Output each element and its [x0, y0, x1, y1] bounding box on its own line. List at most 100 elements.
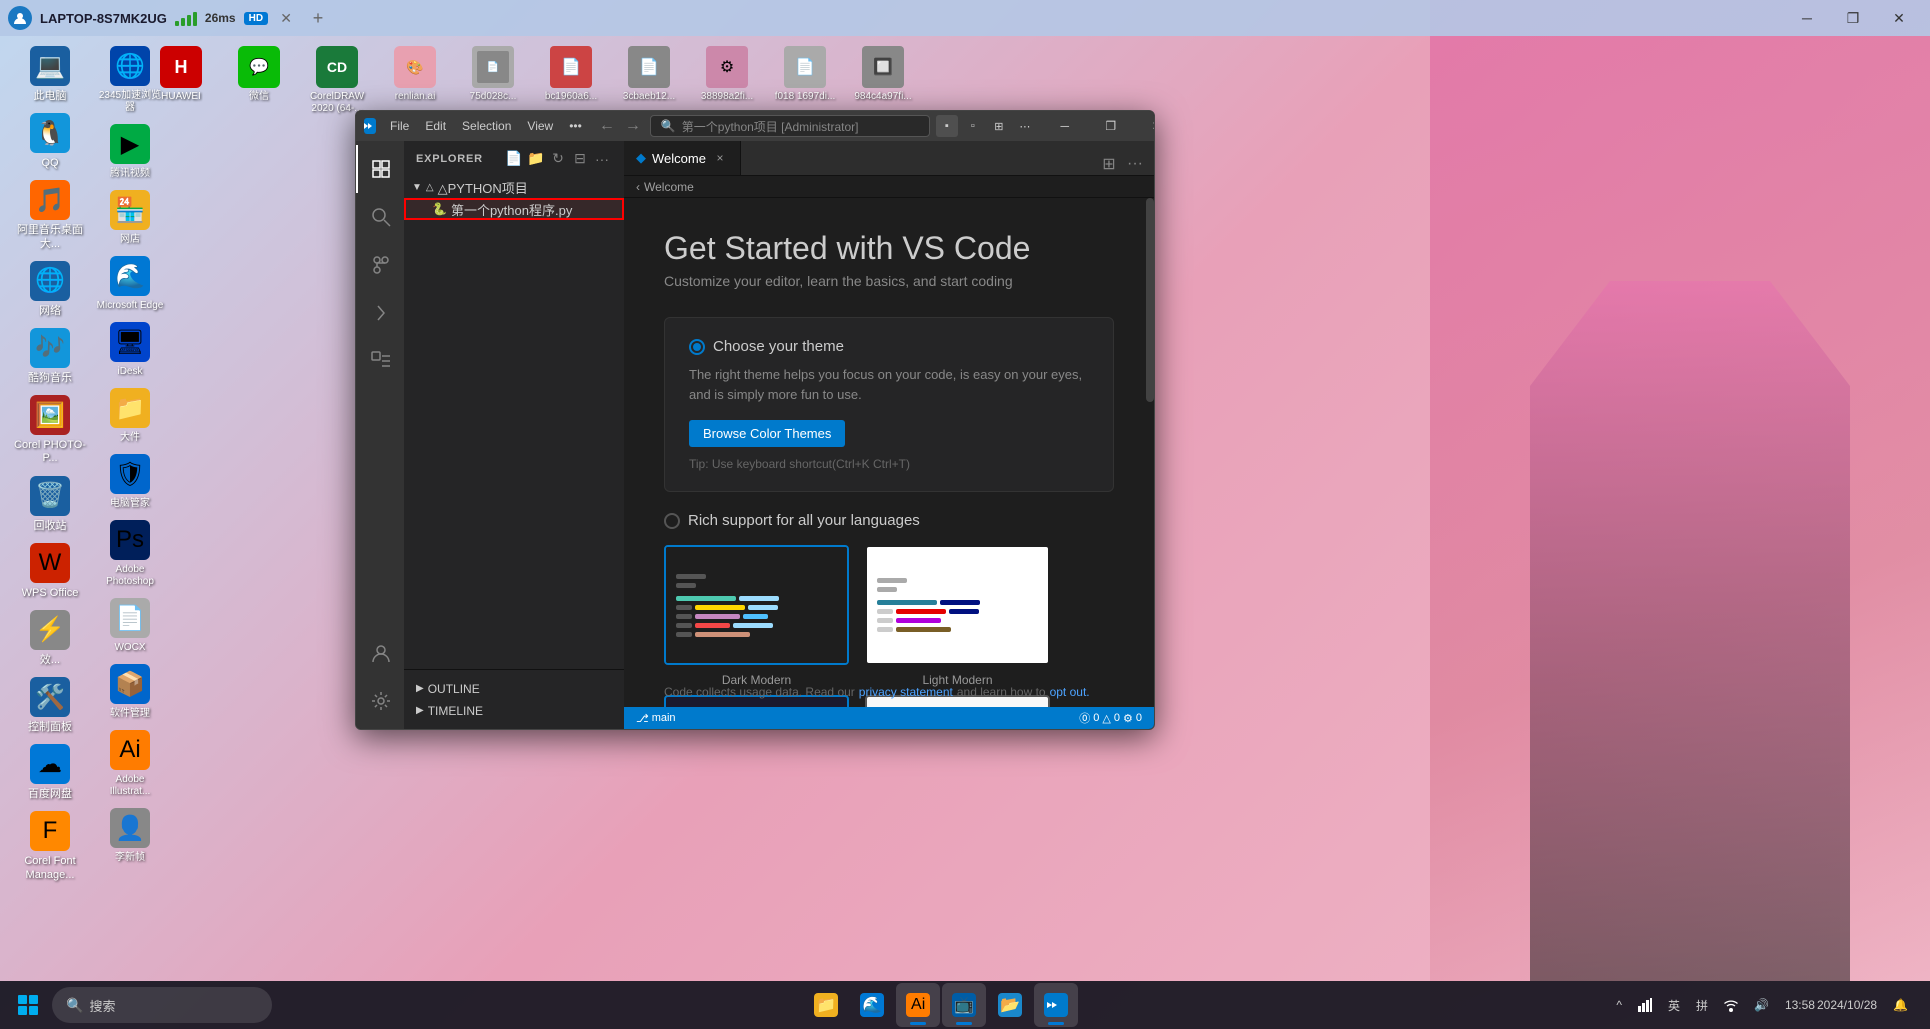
restore-btn[interactable]: ❐: [1830, 0, 1876, 36]
layout-btn-4[interactable]: ⋯: [1014, 115, 1036, 137]
activity-settings[interactable]: [356, 677, 404, 725]
desktop-icon-coreldraw[interactable]: CD CorelDRAW 2020 (64-...: [301, 42, 373, 119]
desktop-icon-baidudisk[interactable]: ☁ 百度网盘: [10, 740, 90, 805]
desktop-icon-corelphoto[interactable]: 🖼️ Corel PHOTO-P...: [10, 391, 90, 469]
vscode-restore[interactable]: ❐: [1088, 111, 1134, 141]
privacy-link[interactable]: privacy statement: [859, 685, 953, 699]
desktop-icon-controlpanel[interactable]: 🛠️ 控制面板: [10, 673, 90, 738]
iqiyi-label: 腾讯视频: [110, 168, 150, 180]
status-git[interactable]: ⎇ main: [632, 712, 680, 725]
refresh-btn[interactable]: ↻: [548, 149, 568, 169]
desktop-icon-iqiyi[interactable]: ▶ 腾讯视频: [90, 120, 170, 184]
desktop-icon-wps[interactable]: W WPS Office: [10, 539, 90, 604]
new-tab-btn[interactable]: +: [308, 8, 328, 28]
desktop-icon-file5[interactable]: 📄 f018 1697di...: [769, 42, 841, 119]
start-button[interactable]: [8, 985, 48, 1025]
tab-close-btn[interactable]: ✕: [276, 8, 296, 28]
menu-view[interactable]: View: [519, 116, 561, 136]
desktop-icon-kugou[interactable]: 🎶 酷狗音乐: [10, 324, 90, 389]
split-editor-btn[interactable]: ⊞: [1098, 153, 1120, 175]
nav-back-btn[interactable]: ←: [596, 115, 618, 137]
desktop-icon-file2[interactable]: 📄 bc1960a6...: [535, 42, 607, 119]
folder-python[interactable]: ▼ △ △PYTHON项目: [404, 176, 624, 198]
desktop-icon-store[interactable]: 🏪 网店: [90, 186, 170, 250]
desktop-icon-photoshop[interactable]: Ps Adobe Photoshop: [90, 516, 170, 592]
timeline-panel[interactable]: ▶ TIMELINE: [412, 700, 616, 722]
menu-file[interactable]: File: [382, 116, 417, 136]
desktop-icon-softmgr[interactable]: 📦 软件管理: [90, 660, 170, 724]
search-placeholder: 搜索: [89, 996, 115, 1015]
menu-edit[interactable]: Edit: [417, 116, 454, 136]
dark-preview-content: [666, 547, 847, 663]
desktop-icon-file6[interactable]: 🔲 984c4a97fi...: [847, 42, 919, 119]
tray-wifi[interactable]: [1718, 994, 1744, 1016]
tab-close-welcome[interactable]: ×: [712, 150, 728, 166]
desktop-icon-person[interactable]: 👤 李新帧: [90, 804, 170, 868]
layout-btn-3[interactable]: ⊞: [988, 115, 1010, 137]
outline-panel[interactable]: ▶ OUTLINE: [412, 678, 616, 700]
new-folder-btn[interactable]: 📁: [526, 149, 546, 169]
menu-more[interactable]: •••: [561, 116, 590, 136]
nav-fwd-btn[interactable]: →: [622, 115, 644, 137]
activity-account[interactable]: [356, 629, 404, 677]
activity-debug[interactable]: [356, 289, 404, 337]
status-errors[interactable]: ⓪ 0 △ 0 ⚙ 0: [1075, 710, 1146, 726]
minimize-btn[interactable]: ─: [1784, 0, 1830, 36]
desktop-icon-pchousekeeper[interactable]: 🛡 电脑管家: [90, 450, 170, 514]
desktop-icon-alimusic[interactable]: 🎵 阿里音乐桌面 大...: [10, 176, 90, 254]
taskbar-search[interactable]: 🔍 搜索: [52, 987, 272, 1023]
collapse-btn[interactable]: ⊟: [570, 149, 590, 169]
desktop-icon-effect[interactable]: ⚡ 效...: [10, 606, 90, 671]
tray-signal[interactable]: [1632, 994, 1658, 1016]
desktop-icon-2345browser[interactable]: 🌐 2345加速浏览器: [90, 42, 170, 118]
taskbar-files[interactable]: 📂: [988, 983, 1032, 1027]
tray-volume[interactable]: 🔊: [1748, 994, 1775, 1016]
desktop-icon-largefiles[interactable]: 📁 大件: [90, 384, 170, 448]
desktop-icon-file3[interactable]: 📄 3cbaeb12...: [613, 42, 685, 119]
layout-btn-2[interactable]: ▫: [962, 115, 984, 137]
desktop-icon-thispc[interactable]: 💻 此电脑: [10, 42, 90, 107]
file-python-main[interactable]: 🐍 第一个python程序.py: [404, 198, 624, 220]
tray-lang1[interactable]: 英: [1662, 993, 1686, 1018]
desktop-icon-msedge[interactable]: 🌊 Microsoft Edge: [90, 252, 170, 316]
browse-color-themes-btn[interactable]: Browse Color Themes: [689, 420, 845, 447]
desktop-icon-file4[interactable]: ⚙ 38898a2fi...: [691, 42, 763, 119]
taskbar-file-explorer[interactable]: 📁: [804, 983, 848, 1027]
desktop-icon-qq[interactable]: 🐧 QQ: [10, 109, 90, 174]
vscode-search-bar[interactable]: 🔍 第一个python项目 [Administrator]: [650, 115, 930, 137]
scrollbar-thumb[interactable]: [1146, 198, 1154, 402]
tray-notifications[interactable]: 🔔: [1887, 994, 1914, 1016]
menu-selection[interactable]: Selection: [454, 116, 519, 136]
tray-clock[interactable]: 13:58 2024/10/28: [1779, 993, 1883, 1018]
activity-git[interactable]: [356, 241, 404, 289]
light-modern-preview[interactable]: Light Modern: [865, 545, 1050, 687]
taskbar-vscode[interactable]: [1034, 983, 1078, 1027]
tray-lang2[interactable]: 拼: [1690, 993, 1714, 1018]
new-file-btn[interactable]: 📄: [504, 149, 524, 169]
tab-welcome[interactable]: ◆ Welcome ×: [624, 141, 741, 175]
desktop-icon-file1[interactable]: 📄 75d028c...: [457, 42, 529, 119]
desktop-icon-wechat[interactable]: 💬 微信: [223, 42, 295, 119]
desktop-icon-recycle[interactable]: 🗑️ 回收站: [10, 472, 90, 537]
more-actions-btn[interactable]: ···: [592, 149, 612, 169]
desktop-icon-renlian[interactable]: 🎨 renlian.ai: [379, 42, 451, 119]
opt-out-link[interactable]: opt out.: [1050, 685, 1090, 699]
activity-extensions[interactable]: [356, 337, 404, 385]
taskbar-edge[interactable]: 🌊: [850, 983, 894, 1027]
desktop-icon-adobeillustrator[interactable]: Ai Adobe Illustrat...: [90, 726, 170, 802]
taskbar-teamviewer[interactable]: 📺: [942, 983, 986, 1027]
desktop-icon-ideskwork[interactable]: 🖥 iDesk: [90, 318, 170, 382]
vscode-minimize[interactable]: ─: [1042, 111, 1088, 141]
layout-btn-1[interactable]: ▪: [936, 115, 958, 137]
vscode-close[interactable]: ✕: [1134, 111, 1155, 141]
taskbar-illustrator[interactable]: Ai: [896, 983, 940, 1027]
activity-explorer[interactable]: [356, 145, 404, 193]
dark-modern-preview[interactable]: Dark Modern: [664, 545, 849, 687]
tab-more-btn[interactable]: ···: [1124, 153, 1146, 175]
desktop-icon-corelfonts[interactable]: F Corel Font Manage...: [10, 807, 90, 885]
desktop-icon-network[interactable]: 🌐 网络: [10, 257, 90, 322]
activity-search[interactable]: [356, 193, 404, 241]
close-btn[interactable]: ✕: [1876, 0, 1922, 36]
desktop-icon-doc[interactable]: 📄 WOCX: [90, 594, 170, 658]
tray-expand[interactable]: ^: [1610, 994, 1628, 1016]
